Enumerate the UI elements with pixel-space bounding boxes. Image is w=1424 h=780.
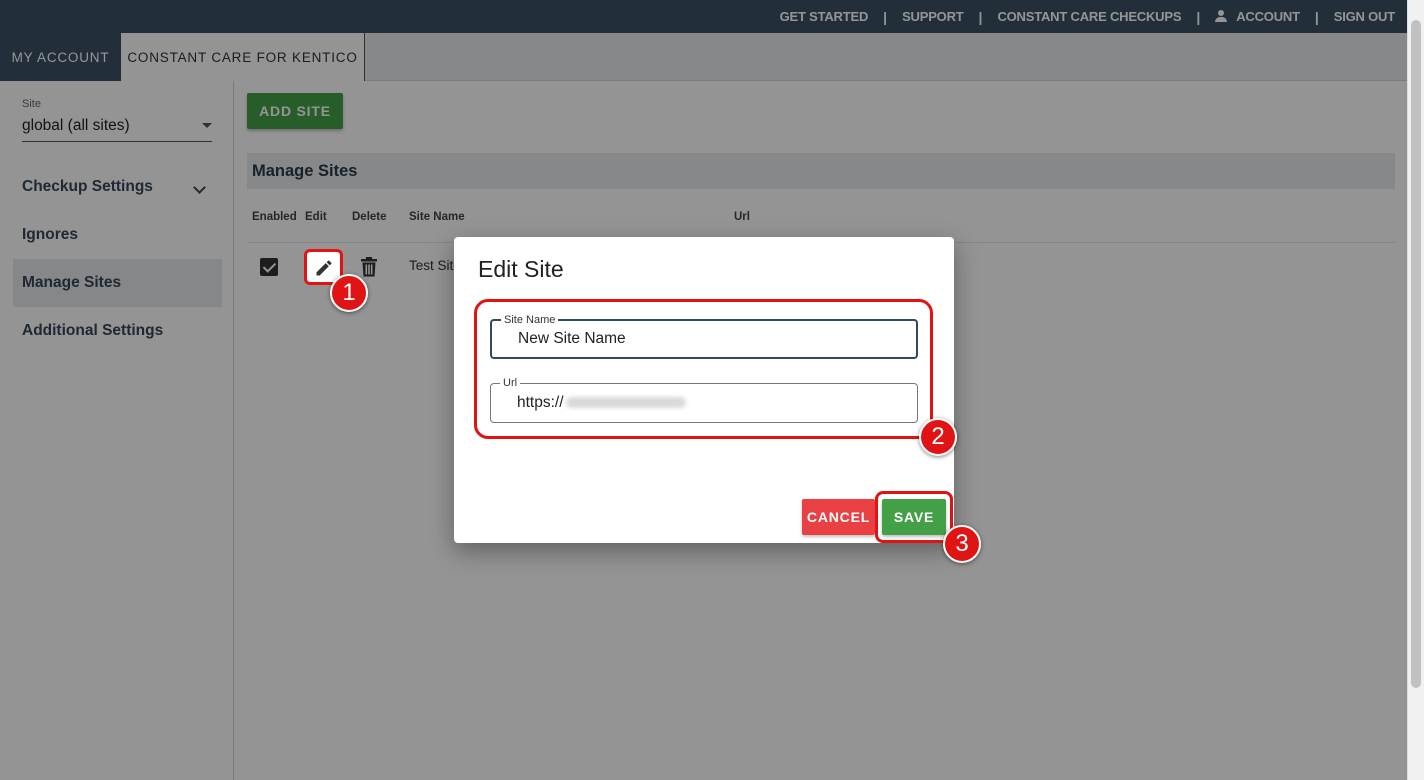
step-3-badge: 3 xyxy=(943,525,981,563)
step-1-badge: 1 xyxy=(330,274,368,312)
scrollbar-thumb[interactable] xyxy=(1411,20,1421,688)
cancel-button[interactable]: CANCEL xyxy=(802,499,875,535)
redacted-url xyxy=(565,397,686,409)
site-name-field-value: New Site Name xyxy=(518,330,626,347)
site-name-field[interactable]: Site Name New Site Name xyxy=(490,313,918,359)
url-field-text: https:// xyxy=(517,394,564,411)
step-2-badge: 2 xyxy=(919,418,957,456)
url-field-value: https:// xyxy=(517,394,686,412)
scrollbar[interactable] xyxy=(1407,0,1424,780)
url-field[interactable]: Url https:// xyxy=(490,376,918,423)
dialog-title: Edit Site xyxy=(478,256,564,282)
url-field-label: Url xyxy=(500,376,521,390)
save-button[interactable]: SAVE xyxy=(882,499,946,535)
edit-site-dialog: Edit Site Site Name New Site Name Url ht… xyxy=(454,237,954,543)
site-name-field-label: Site Name xyxy=(501,313,559,327)
